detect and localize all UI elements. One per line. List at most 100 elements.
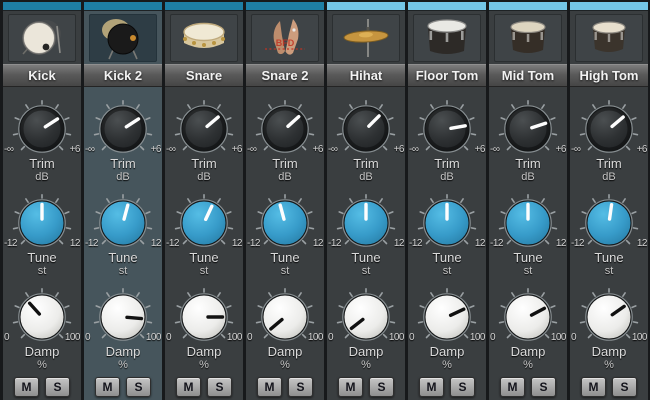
- tune-knob[interactable]: [334, 194, 398, 252]
- bass-drum-black-icon: [91, 15, 155, 61]
- tune-knob[interactable]: [496, 194, 560, 252]
- damp-max-label: 100: [227, 332, 242, 343]
- damp-unit-label: %: [84, 359, 162, 372]
- tune-knob[interactable]: [415, 194, 479, 252]
- solo-button[interactable]: S: [207, 377, 232, 397]
- tune-unit-label: st: [408, 265, 486, 278]
- mute-button[interactable]: M: [257, 377, 282, 397]
- trim-unit-label: dB: [570, 171, 648, 184]
- trim-max-label: +6: [556, 144, 566, 155]
- channel-name[interactable]: High Tom: [570, 64, 648, 87]
- trim-min-label: -∞: [247, 144, 256, 155]
- channel-snare[interactable]: Snare -∞ +6 Trim dB -12 12 Tune st 0 100: [165, 0, 243, 400]
- snare-drum-image[interactable]: [170, 14, 238, 62]
- damp-min-label: 0: [166, 332, 171, 343]
- mute-button[interactable]: M: [581, 377, 606, 397]
- tune-unit-label: st: [84, 265, 162, 278]
- trim-min-label: -∞: [4, 144, 13, 155]
- tune-min-label: -12: [409, 238, 422, 249]
- tune-max-label: 12: [313, 238, 323, 249]
- tune-knob[interactable]: [91, 194, 155, 252]
- trim-knob[interactable]: [91, 100, 155, 158]
- channel-floor-tom[interactable]: Floor Tom -∞ +6 Trim dB -12 12 Tune st 0: [408, 0, 486, 400]
- damp-min-label: 0: [85, 332, 90, 343]
- mid-tom-image[interactable]: [494, 14, 562, 62]
- solo-button[interactable]: S: [450, 377, 475, 397]
- hand-clap-image[interactable]: BFD: [251, 14, 319, 62]
- damp-unit-label: %: [570, 359, 648, 372]
- trim-max-label: +6: [637, 144, 647, 155]
- tune-knob[interactable]: [10, 194, 74, 252]
- floor-tom-image[interactable]: [413, 14, 481, 62]
- trim-knob[interactable]: [172, 100, 236, 158]
- damp-max-label: 100: [308, 332, 323, 343]
- damp-min-label: 0: [409, 332, 414, 343]
- trim-label: Trim: [489, 156, 567, 171]
- tune-label: Tune: [84, 250, 162, 265]
- tune-knob[interactable]: [577, 194, 641, 252]
- mute-button[interactable]: M: [338, 377, 363, 397]
- hihat-cymbal-image[interactable]: [332, 14, 400, 62]
- mute-button[interactable]: M: [176, 377, 201, 397]
- channel-snare-2[interactable]: BFD Snare 2 -∞ +6 Trim dB -12 12 Tune st…: [246, 0, 324, 400]
- channel-name[interactable]: Hihat: [327, 64, 405, 87]
- tune-knob[interactable]: [253, 194, 317, 252]
- tune-max-label: 12: [637, 238, 647, 249]
- mute-button[interactable]: M: [14, 377, 39, 397]
- high-tom-image[interactable]: [575, 14, 643, 62]
- damp-max-label: 100: [632, 332, 647, 343]
- channel-group-color-strip: [327, 0, 405, 11]
- mute-button[interactable]: M: [419, 377, 444, 397]
- tune-max-label: 12: [70, 238, 80, 249]
- channel-hihat[interactable]: Hihat -∞ +6 Trim dB -12 12 Tune st 0 100: [327, 0, 405, 400]
- tune-label: Tune: [489, 250, 567, 265]
- floor-tom-icon: [415, 15, 479, 61]
- damp-unit-label: %: [408, 359, 486, 372]
- damp-label: Damp: [165, 344, 243, 359]
- channel-kick[interactable]: Kick -∞ +6 Trim dB -12 12 Tune st 0 100: [3, 0, 81, 400]
- bass-drum-image[interactable]: [8, 14, 76, 62]
- bass-drum-black-image[interactable]: [89, 14, 157, 62]
- tune-max-label: 12: [151, 238, 161, 249]
- damp-max-label: 100: [146, 332, 161, 343]
- trim-knob[interactable]: [253, 100, 317, 158]
- mute-button[interactable]: M: [500, 377, 525, 397]
- solo-button[interactable]: S: [612, 377, 637, 397]
- trim-knob[interactable]: [334, 100, 398, 158]
- channel-name[interactable]: Floor Tom: [408, 64, 486, 87]
- damp-label: Damp: [3, 344, 81, 359]
- channel-name[interactable]: Mid Tom: [489, 64, 567, 87]
- trim-unit-label: dB: [246, 171, 324, 184]
- damp-label: Damp: [327, 344, 405, 359]
- channel-group-color-strip: [3, 0, 81, 11]
- trim-unit-label: dB: [165, 171, 243, 184]
- solo-button[interactable]: S: [126, 377, 151, 397]
- solo-button[interactable]: S: [288, 377, 313, 397]
- mute-button[interactable]: M: [95, 377, 120, 397]
- channel-high-tom[interactable]: High Tom -∞ +6 Trim dB -12 12 Tune st 0 …: [570, 0, 648, 400]
- hihat-cymbal-icon: [334, 15, 398, 61]
- channel-name[interactable]: Kick: [3, 64, 81, 87]
- trim-label: Trim: [327, 156, 405, 171]
- tune-unit-label: st: [570, 265, 648, 278]
- solo-button[interactable]: S: [45, 377, 70, 397]
- trim-knob[interactable]: [496, 100, 560, 158]
- solo-button[interactable]: S: [531, 377, 556, 397]
- trim-label: Trim: [570, 156, 648, 171]
- trim-knob[interactable]: [415, 100, 479, 158]
- trim-knob[interactable]: [10, 100, 74, 158]
- channel-name[interactable]: Snare 2: [246, 64, 324, 87]
- trim-knob[interactable]: [577, 100, 641, 158]
- channel-kick-2[interactable]: Kick 2 -∞ +6 Trim dB -12 12 Tune st 0 10…: [84, 0, 162, 400]
- tune-unit-label: st: [3, 265, 81, 278]
- trim-max-label: +6: [394, 144, 404, 155]
- channel-mid-tom[interactable]: Mid Tom -∞ +6 Trim dB -12 12 Tune st 0 1…: [489, 0, 567, 400]
- tune-knob[interactable]: [172, 194, 236, 252]
- trim-max-label: +6: [475, 144, 485, 155]
- channel-name[interactable]: Snare: [165, 64, 243, 87]
- damp-unit-label: %: [165, 359, 243, 372]
- channel-name[interactable]: Kick 2: [84, 64, 162, 87]
- damp-unit-label: %: [3, 359, 81, 372]
- solo-button[interactable]: S: [369, 377, 394, 397]
- tune-min-label: -12: [85, 238, 98, 249]
